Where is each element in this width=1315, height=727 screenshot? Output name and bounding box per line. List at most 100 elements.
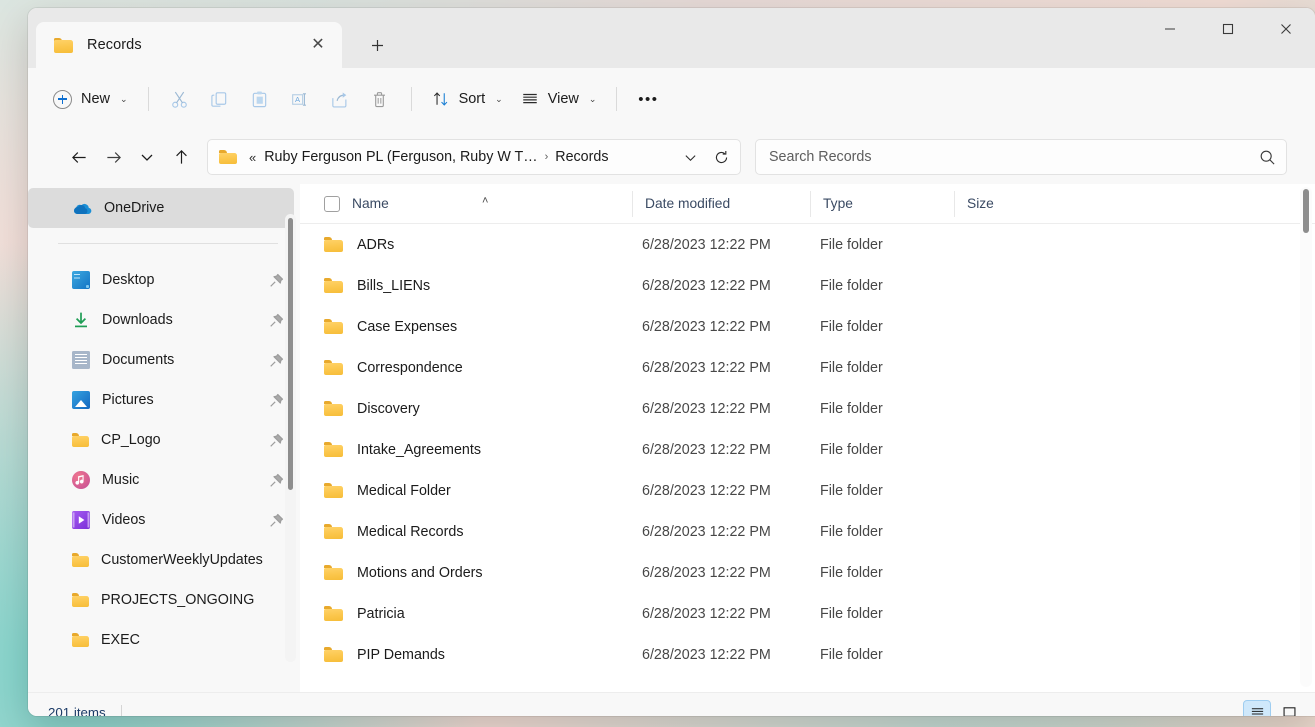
breadcrumb-item-current[interactable]: Records bbox=[550, 145, 613, 169]
maximize-button[interactable] bbox=[1199, 8, 1257, 50]
table-row[interactable]: Correspondence 6/28/2023 12:22 PM File f… bbox=[300, 347, 1315, 388]
file-name: Discovery bbox=[357, 401, 642, 417]
breadcrumb: « Ruby Ferguson PL (Ferguson, Ruby W T… … bbox=[246, 145, 676, 169]
sidebar-item-projects-ongoing[interactable]: PROJECTS_ONGOING bbox=[28, 580, 294, 620]
navigation-pane: OneDrive Desktop Downloads bbox=[28, 184, 300, 692]
pin-icon[interactable] bbox=[269, 433, 284, 448]
sidebar-scrollbar[interactable] bbox=[285, 214, 296, 662]
table-row[interactable]: Patricia 6/28/2023 12:22 PM File folder bbox=[300, 593, 1315, 634]
folder-icon bbox=[324, 319, 343, 334]
folder-icon bbox=[72, 433, 89, 447]
sidebar-item-documents[interactable]: Documents bbox=[28, 340, 294, 380]
file-list-scrollbar[interactable] bbox=[1300, 187, 1312, 687]
details-view-button[interactable] bbox=[1243, 700, 1271, 717]
sidebar-item-label: Music bbox=[102, 472, 139, 488]
copy-button[interactable] bbox=[200, 81, 240, 117]
address-bar[interactable]: « Ruby Ferguson PL (Ferguson, Ruby W T… … bbox=[207, 139, 741, 175]
chevron-down-icon: ⌄ bbox=[120, 94, 128, 105]
title-bar: Records ✕ bbox=[28, 8, 1315, 68]
table-row[interactable]: Medical Records 6/28/2023 12:22 PM File … bbox=[300, 511, 1315, 552]
file-type: File folder bbox=[820, 524, 964, 540]
table-row[interactable]: Case Expenses 6/28/2023 12:22 PM File fo… bbox=[300, 306, 1315, 347]
sidebar-item-cp-logo[interactable]: CP_Logo bbox=[28, 420, 294, 460]
file-name: PIP Demands bbox=[357, 647, 642, 663]
download-arrow-shape bbox=[72, 311, 90, 329]
column-header-name[interactable]: Name ˄ bbox=[314, 191, 632, 217]
sidebar-item-exec[interactable]: EXEC bbox=[28, 620, 294, 660]
share-button[interactable] bbox=[320, 81, 360, 117]
pin-icon[interactable] bbox=[269, 513, 284, 528]
select-all-checkbox[interactable] bbox=[324, 196, 340, 212]
file-name: Bills_LIENs bbox=[357, 278, 642, 294]
table-row[interactable]: Intake_Agreements 6/28/2023 12:22 PM Fil… bbox=[300, 429, 1315, 470]
sidebar-item-label: PROJECTS_ONGOING bbox=[101, 592, 254, 608]
minimize-button[interactable] bbox=[1141, 8, 1199, 50]
file-type: File folder bbox=[820, 565, 964, 581]
chevron-down-icon: ⌄ bbox=[589, 94, 597, 105]
more-options-button[interactable]: ••• bbox=[628, 81, 668, 117]
status-bar: 201 items bbox=[28, 692, 1315, 716]
sidebar-item-videos[interactable]: Videos bbox=[28, 500, 294, 540]
tab-records[interactable]: Records ✕ bbox=[36, 22, 342, 68]
large-icons-view-button[interactable] bbox=[1275, 700, 1303, 717]
breadcrumb-item-parent[interactable]: Ruby Ferguson PL (Ferguson, Ruby W T… bbox=[259, 145, 542, 169]
file-date-modified: 6/28/2023 12:22 PM bbox=[642, 483, 820, 499]
sidebar-scrollbar-thumb[interactable] bbox=[288, 218, 293, 490]
large-icons-view-icon bbox=[1282, 705, 1297, 716]
search-icon[interactable] bbox=[1259, 149, 1276, 166]
pin-icon[interactable] bbox=[269, 393, 284, 408]
close-tab-button[interactable]: ✕ bbox=[304, 31, 332, 59]
file-name: Intake_Agreements bbox=[357, 442, 642, 458]
new-tab-button[interactable] bbox=[360, 28, 394, 62]
column-header-size[interactable]: Size bbox=[954, 191, 1054, 217]
copy-icon bbox=[210, 90, 229, 109]
paste-button[interactable] bbox=[240, 81, 280, 117]
pin-icon[interactable] bbox=[269, 353, 284, 368]
file-date-modified: 6/28/2023 12:22 PM bbox=[642, 565, 820, 581]
forward-button[interactable] bbox=[96, 140, 130, 174]
column-header-date-modified[interactable]: Date modified bbox=[632, 191, 810, 217]
breadcrumb-overflow[interactable]: « bbox=[246, 146, 259, 169]
table-row[interactable]: PIP Demands 6/28/2023 12:22 PM File fold… bbox=[300, 634, 1315, 675]
chevron-down-icon: ⌄ bbox=[495, 94, 503, 105]
cut-button[interactable] bbox=[160, 81, 200, 117]
sidebar-item-music[interactable]: Music bbox=[28, 460, 294, 500]
pin-icon[interactable] bbox=[269, 473, 284, 488]
svg-text:A: A bbox=[295, 94, 301, 103]
close-window-button[interactable] bbox=[1257, 8, 1315, 50]
breadcrumb-separator: › bbox=[543, 151, 551, 163]
file-list-scrollbar-thumb[interactable] bbox=[1303, 189, 1309, 233]
table-row[interactable]: Bills_LIENs 6/28/2023 12:22 PM File fold… bbox=[300, 265, 1315, 306]
pin-icon[interactable] bbox=[269, 273, 284, 288]
sidebar-item-customerweeklyupdates[interactable]: CustomerWeeklyUpdates bbox=[28, 540, 294, 580]
search-box[interactable] bbox=[755, 139, 1287, 175]
sort-button[interactable]: Sort ⌄ bbox=[423, 81, 512, 117]
plus-icon bbox=[371, 39, 384, 52]
arrow-right-icon bbox=[105, 149, 122, 166]
status-divider bbox=[121, 705, 122, 717]
up-button[interactable] bbox=[164, 140, 198, 174]
folder-icon bbox=[324, 483, 343, 498]
table-row[interactable]: ADRs 6/28/2023 12:22 PM File folder bbox=[300, 224, 1315, 265]
recent-locations-button[interactable] bbox=[130, 140, 164, 174]
table-row[interactable]: Motions and Orders 6/28/2023 12:22 PM Fi… bbox=[300, 552, 1315, 593]
refresh-button[interactable] bbox=[706, 142, 736, 172]
file-type: File folder bbox=[820, 483, 964, 499]
folder-icon bbox=[72, 633, 89, 647]
sidebar-item-pictures[interactable]: Pictures bbox=[28, 380, 294, 420]
sidebar-item-onedrive[interactable]: OneDrive bbox=[28, 188, 294, 228]
sidebar-item-desktop[interactable]: Desktop bbox=[28, 260, 294, 300]
search-input[interactable] bbox=[769, 149, 1259, 165]
pin-icon[interactable] bbox=[269, 313, 284, 328]
table-row[interactable]: Discovery 6/28/2023 12:22 PM File folder bbox=[300, 388, 1315, 429]
address-dropdown-button[interactable] bbox=[676, 143, 704, 171]
delete-button[interactable] bbox=[360, 81, 400, 117]
rename-button[interactable]: A bbox=[280, 81, 320, 117]
sidebar-item-downloads[interactable]: Downloads bbox=[28, 300, 294, 340]
new-button[interactable]: New ⌄ bbox=[44, 81, 137, 117]
folder-icon bbox=[324, 524, 343, 539]
column-header-type[interactable]: Type bbox=[810, 191, 954, 217]
view-button[interactable]: View ⌄ bbox=[512, 81, 606, 117]
table-row[interactable]: Medical Folder 6/28/2023 12:22 PM File f… bbox=[300, 470, 1315, 511]
back-button[interactable] bbox=[62, 140, 96, 174]
